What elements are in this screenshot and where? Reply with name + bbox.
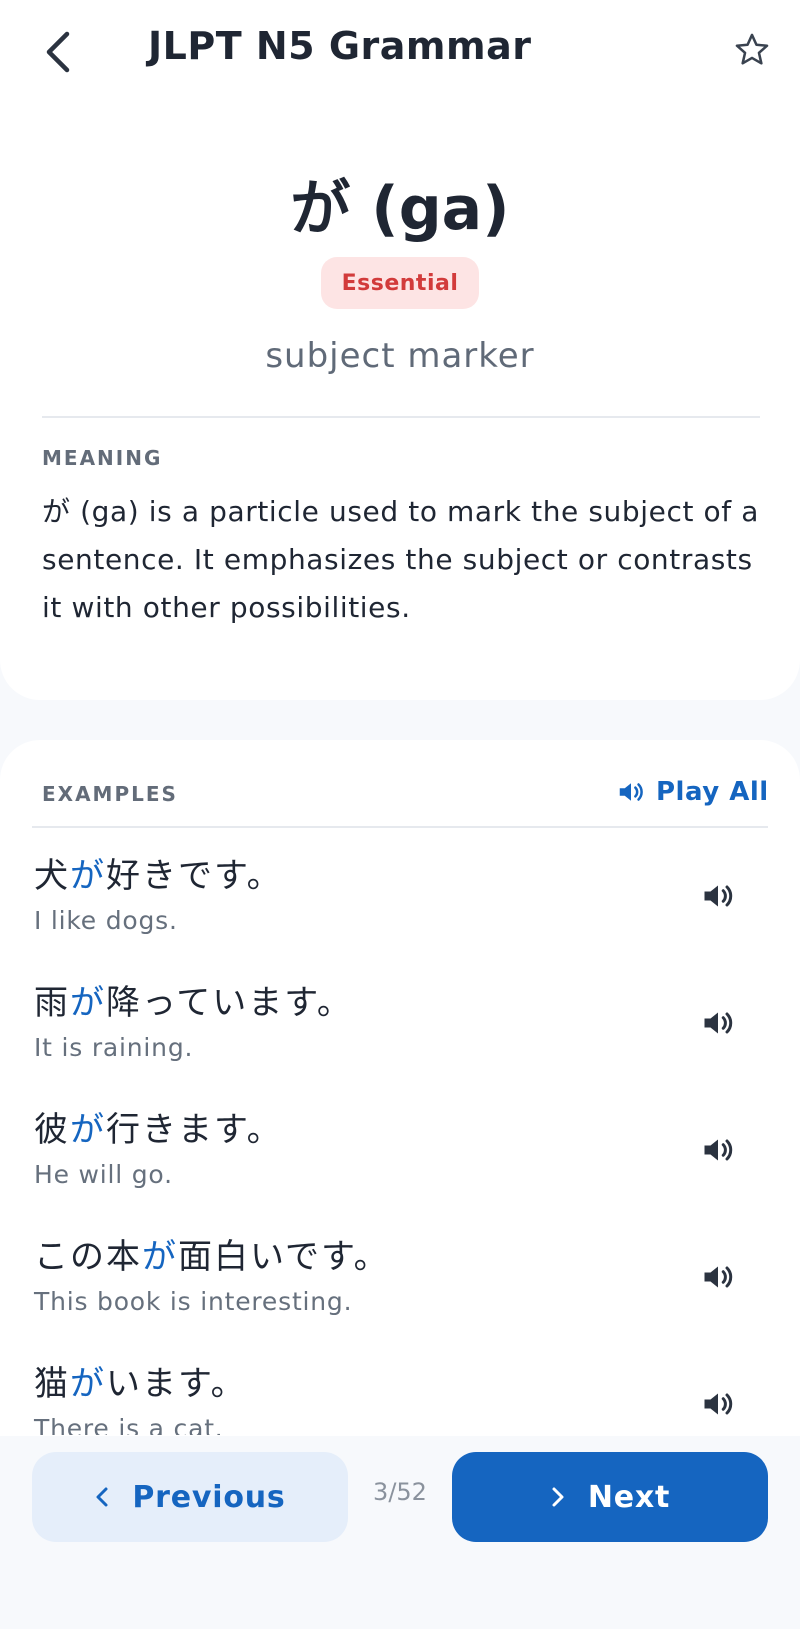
examples-label: EXAMPLES: [42, 782, 178, 806]
grammar-subtitle: subject marker: [265, 336, 535, 376]
divider: [32, 826, 768, 828]
play-all-button[interactable]: Play All: [616, 772, 769, 812]
back-button[interactable]: [36, 26, 80, 78]
divider: [42, 416, 760, 418]
grammar-title: が (ga): [290, 174, 510, 244]
play-example-button[interactable]: [696, 1128, 740, 1172]
chevron-right-icon: [552, 1487, 564, 1507]
chevron-left-icon: [96, 1487, 108, 1507]
example-japanese: 彼が行きます。: [34, 1110, 283, 1150]
speaker-icon: [704, 885, 733, 907]
example-item: 犬が好きです。 I like dogs.: [0, 830, 800, 957]
play-all-label: Play All: [656, 777, 769, 807]
example-japanese: 犬が好きです。: [34, 856, 283, 896]
example-translation: It is raining.: [34, 1033, 194, 1062]
examples-list[interactable]: 犬が好きです。 I like dogs. 雨が降っています。 It is rai…: [0, 830, 800, 1435]
header: JLPT N5 Grammar: [0, 0, 800, 100]
particle-highlight: が: [142, 1237, 178, 1277]
star-icon: [735, 33, 769, 65]
page-title: JLPT N5 Grammar: [148, 24, 532, 68]
example-item: この本が面白いです。 This book is interesting.: [0, 1211, 800, 1338]
speaker-icon: [704, 1012, 733, 1034]
particle-highlight: が: [70, 983, 106, 1023]
example-translation: I like dogs.: [34, 906, 178, 935]
example-item: 猫がいます。 There is a cat.: [0, 1338, 800, 1435]
next-label: Next: [587, 1479, 671, 1515]
example-japanese: 雨が降っています。: [34, 983, 353, 1023]
example-item: 彼が行きます。 He will go.: [0, 1084, 800, 1211]
favorite-button[interactable]: [728, 26, 776, 74]
speaker-icon: [619, 783, 643, 801]
particle-highlight: が: [70, 856, 106, 896]
example-translation: He will go.: [34, 1160, 173, 1189]
next-button[interactable]: Next: [452, 1452, 768, 1542]
play-example-button[interactable]: [696, 874, 740, 918]
page-counter: 3/52: [373, 1478, 427, 1506]
chevron-left-icon: [46, 31, 70, 73]
example-translation: This book is interesting.: [34, 1287, 353, 1316]
meaning-text: が (ga) is a particle used to mark the su…: [42, 495, 759, 624]
meaning-label: MEANING: [42, 446, 163, 470]
previous-label: Previous: [132, 1479, 286, 1515]
example-translation: There is a cat.: [34, 1414, 224, 1435]
previous-button[interactable]: Previous: [32, 1452, 348, 1542]
play-example-button[interactable]: [696, 1382, 740, 1426]
particle-highlight: が: [70, 1110, 106, 1150]
speaker-icon: [704, 1139, 733, 1161]
particle-highlight: が: [70, 1364, 106, 1404]
play-example-button[interactable]: [696, 1001, 740, 1045]
example-item: 雨が降っています。 It is raining.: [0, 957, 800, 1084]
level-badge: Essential: [321, 257, 479, 309]
speaker-icon: [704, 1393, 733, 1415]
example-japanese: この本が面白いです。: [34, 1237, 390, 1277]
play-example-button[interactable]: [696, 1255, 740, 1299]
speaker-icon: [704, 1266, 733, 1288]
example-japanese: 猫がいます。: [34, 1364, 247, 1404]
